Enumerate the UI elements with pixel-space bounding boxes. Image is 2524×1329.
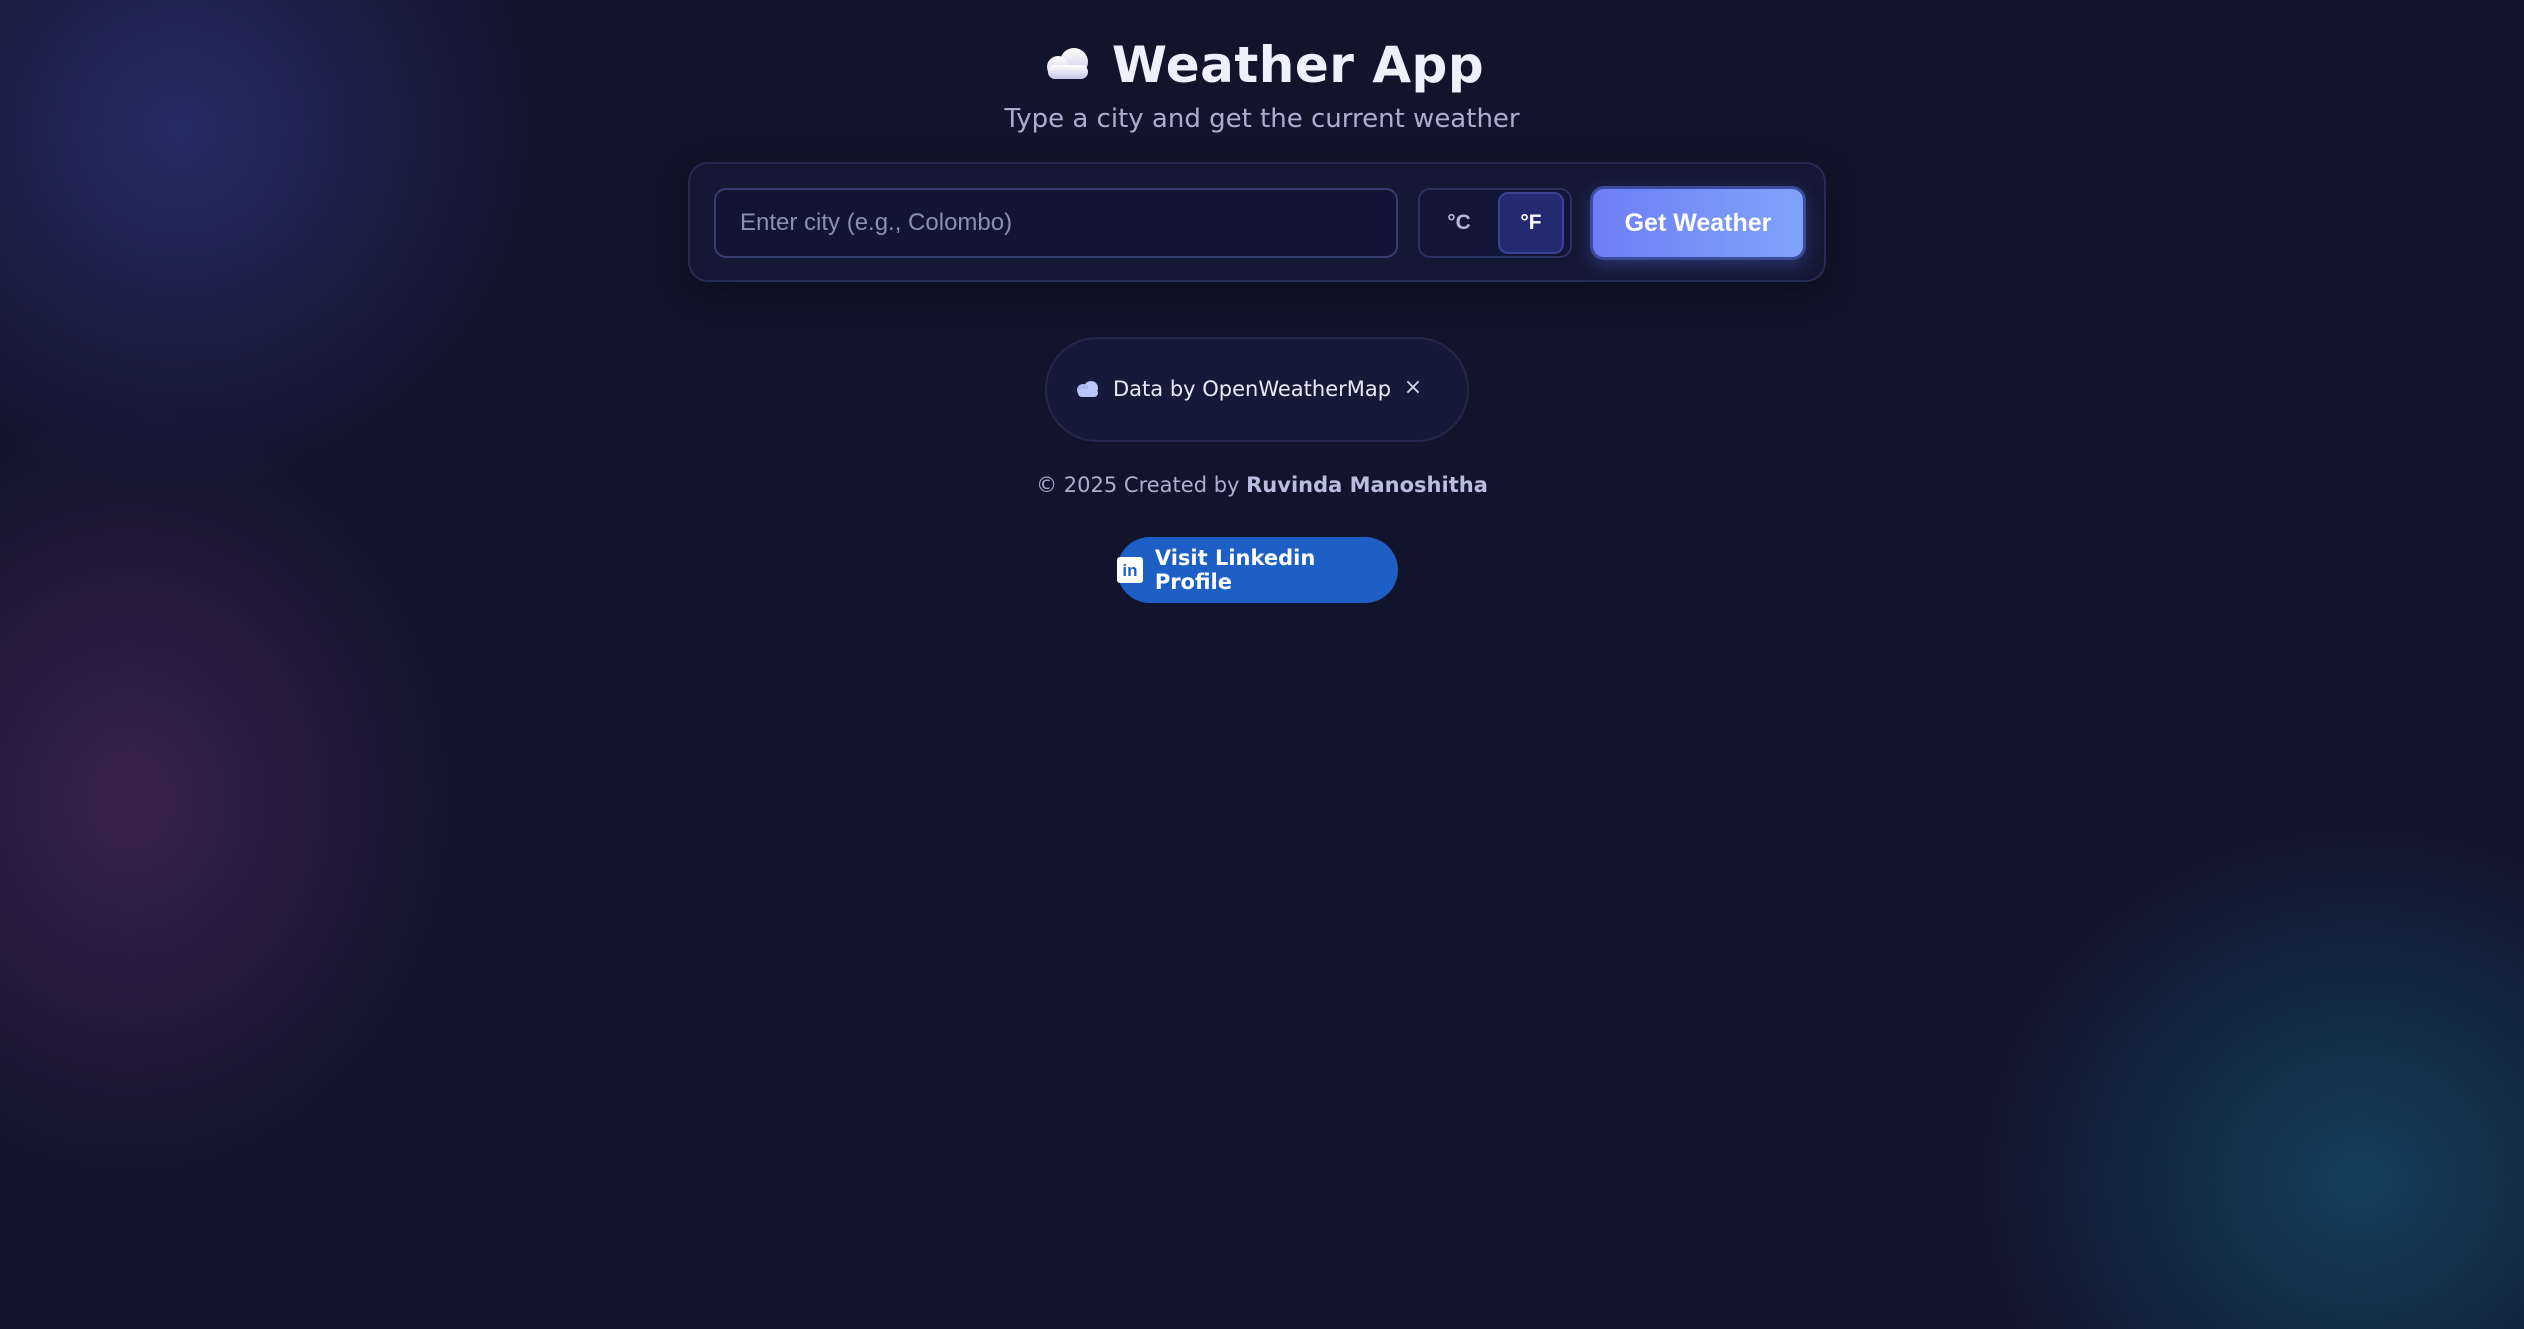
attribution-toast: Data by OpenWeatherMap × — [1045, 337, 1469, 442]
search-panel: °C °F Get Weather — [688, 162, 1826, 282]
attribution-text: Data by OpenWeatherMap — [1113, 377, 1392, 401]
celsius-button[interactable]: °C — [1426, 192, 1492, 254]
linkedin-profile-button[interactable]: in Visit Linkedin Profile — [1117, 537, 1398, 603]
city-search-input[interactable] — [714, 188, 1398, 258]
fahrenheit-button[interactable]: °F — [1498, 192, 1564, 254]
app-root: Weather App Type a city and get the curr… — [0, 0, 2524, 1329]
linkedin-button-label: Visit Linkedin Profile — [1154, 546, 1316, 594]
page-title: Weather App — [1111, 36, 1485, 94]
cloud-icon — [1075, 379, 1101, 399]
author-name: Ruvinda Manoshitha — [1246, 473, 1488, 497]
footer-prefix: © 2025 Created by — [1036, 473, 1247, 497]
footer-credit: © 2025 Created by Ruvinda Manoshitha — [0, 473, 2524, 497]
close-icon[interactable]: × — [1399, 373, 1427, 401]
page-subtitle: Type a city and get the current weather — [1004, 104, 1520, 134]
header: Weather App — [0, 30, 2524, 100]
get-weather-button[interactable]: Get Weather — [1590, 186, 1806, 260]
cloud-icon — [1040, 47, 1092, 83]
unit-toggle: °C °F — [1418, 188, 1572, 258]
linkedin-icon: in — [1117, 557, 1143, 583]
